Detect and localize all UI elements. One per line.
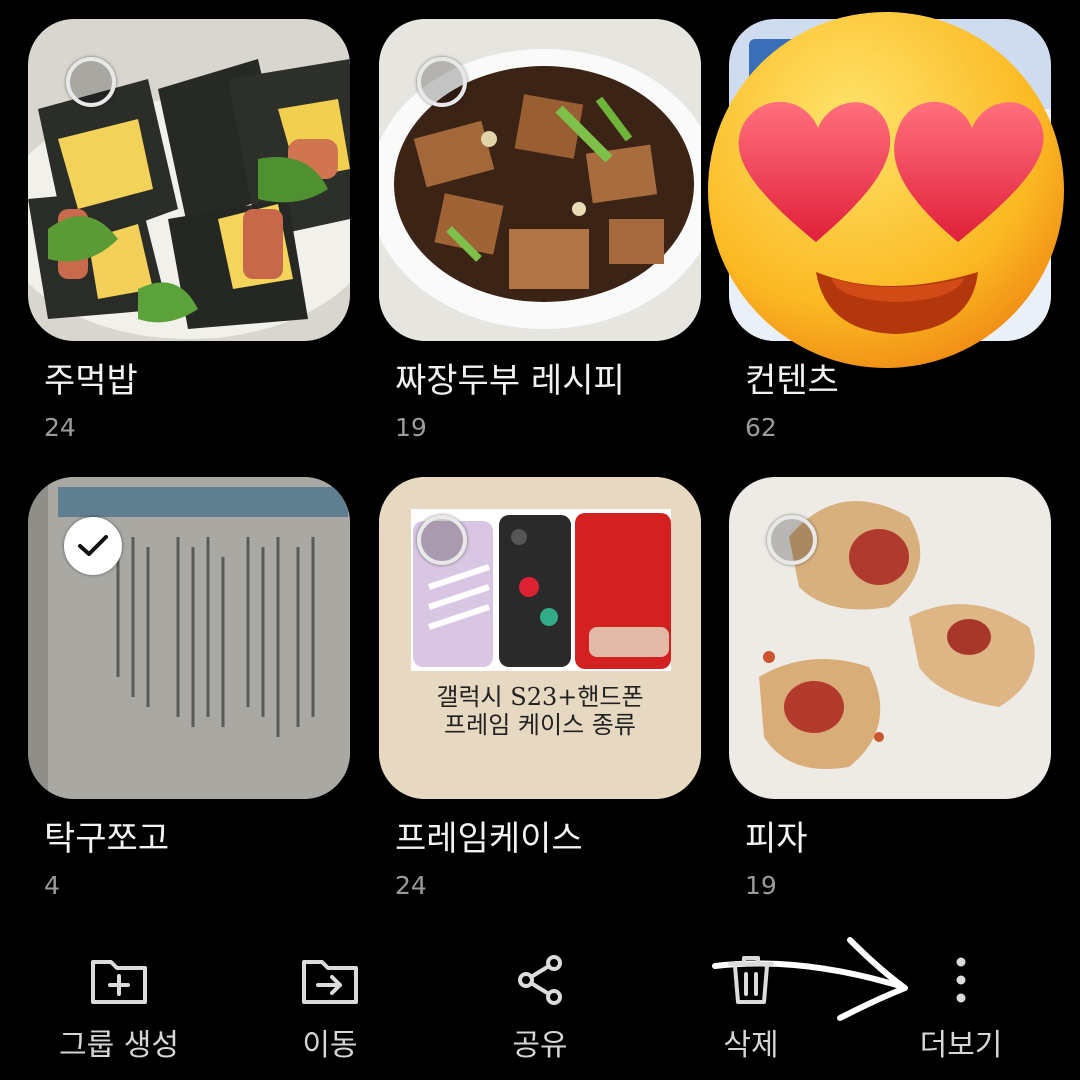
- album-thumbnail[interactable]: [28, 19, 350, 341]
- case-title-line2: 프레임 케이스 종류: [444, 711, 636, 739]
- album-title: 탁구쪼고: [44, 819, 170, 859]
- album-card[interactable]: 짜장두부 레시피 19: [379, 19, 701, 443]
- album-count: 19: [745, 871, 777, 900]
- album-thumbnail[interactable]: 갤럭시 S23+핸드폰 프레임 케이스 종류: [379, 477, 701, 799]
- album-title: 피자: [745, 819, 808, 859]
- album-card[interactable]: 주먹밥 24: [28, 19, 350, 443]
- folder-plus-icon: [91, 960, 147, 1004]
- more-vertical-icon: [956, 957, 966, 1003]
- album-count: 24: [44, 413, 76, 442]
- share-icon: [518, 955, 562, 1005]
- album-count: 62: [745, 413, 777, 442]
- album-count: 4: [44, 871, 60, 900]
- share-label: 공유: [512, 1028, 568, 1063]
- album-thumbnail[interactable]: [379, 19, 701, 341]
- album-card[interactable]: 탁구쪼고 4: [28, 477, 350, 901]
- album-card[interactable]: 피자 19: [729, 477, 1051, 901]
- select-checkbox-checked[interactable]: [64, 517, 122, 575]
- create-group-button[interactable]: 그룹 생성: [19, 940, 219, 1064]
- folder-move-icon: [302, 960, 358, 1004]
- case-title-line1: 갤럭시 S23+핸드폰: [436, 683, 644, 711]
- album-thumbnail[interactable]: [729, 477, 1051, 799]
- delete-button[interactable]: 삭제: [651, 940, 851, 1064]
- heart-eyes-emoji-icon: [708, 12, 1064, 368]
- bottom-action-bar: 그룹 생성 이동 공유 삭제 더보기: [0, 940, 1080, 1080]
- album-selection-screen: 주먹밥 24 짜장두부 레시피 19 컨텐츠 62 탁구쪼고 4 갤럭시 S23…: [0, 0, 1080, 1080]
- album-count: 19: [395, 413, 427, 442]
- album-count: 24: [395, 871, 427, 900]
- album-thumbnail[interactable]: [28, 477, 350, 799]
- album-card[interactable]: 갤럭시 S23+핸드폰 프레임 케이스 종류 프레임케이스 24: [379, 477, 701, 901]
- album-title: 프레임케이스: [395, 819, 583, 859]
- move-button[interactable]: 이동: [230, 940, 430, 1064]
- create-group-label: 그룹 생성: [59, 1028, 179, 1063]
- album-title: 주먹밥: [44, 361, 138, 401]
- more-label: 더보기: [919, 1028, 1003, 1063]
- move-label: 이동: [302, 1028, 358, 1063]
- trash-icon: [728, 956, 774, 1004]
- album-title: 짜장두부 레시피: [395, 361, 625, 401]
- share-button[interactable]: 공유: [440, 940, 640, 1064]
- delete-label: 삭제: [723, 1028, 779, 1063]
- select-checkbox[interactable]: [66, 57, 116, 107]
- select-checkbox[interactable]: [417, 515, 467, 565]
- check-icon: [78, 535, 108, 556]
- select-checkbox[interactable]: [417, 57, 467, 107]
- select-checkbox[interactable]: [767, 515, 817, 565]
- more-button[interactable]: 더보기: [861, 940, 1061, 1064]
